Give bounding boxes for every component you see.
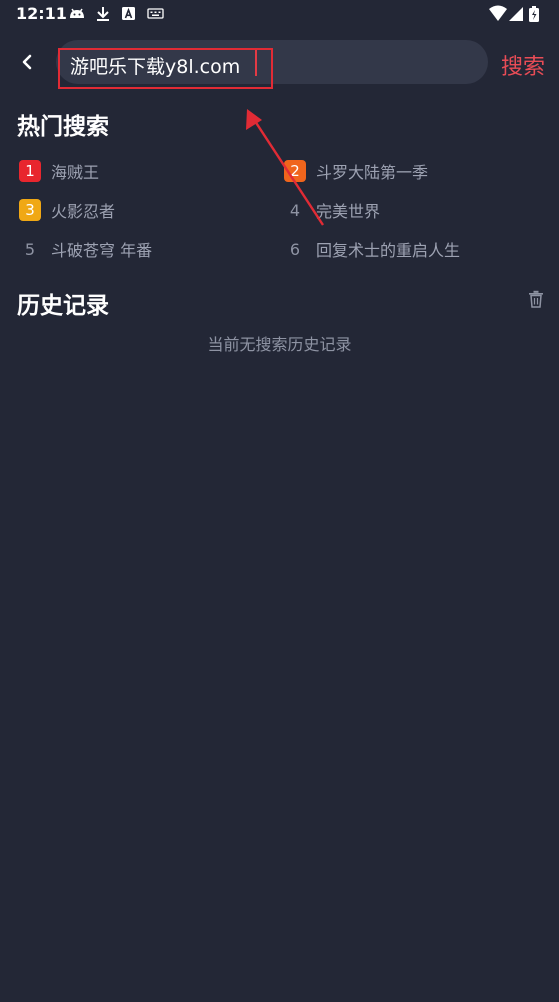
hot-item-label: 回复术士的重启人生: [316, 241, 461, 260]
trash-icon[interactable]: [528, 290, 544, 308]
rank-badge: 1: [19, 160, 41, 182]
back-button[interactable]: [14, 48, 42, 76]
hot-item-label: 火影忍者: [51, 202, 116, 221]
hot-item-label: 斗罗大陆第一季: [316, 163, 429, 182]
hot-item-label: 完美世界: [316, 202, 381, 221]
history-empty-text: 当前无搜索历史记录: [207, 335, 352, 354]
hot-item-3[interactable]: 3 火影忍者: [19, 198, 115, 222]
hot-item-4[interactable]: 4 完美世界: [284, 198, 380, 222]
annotation-arrow: [246, 109, 325, 226]
system-icons: [489, 5, 539, 22]
hot-search-title: 热门搜索: [17, 114, 109, 140]
search-button[interactable]: 搜索: [501, 49, 545, 81]
annotation-highlight-box: [58, 48, 273, 89]
notification-icons: [70, 7, 164, 21]
wifi-icon: [489, 5, 507, 21]
rank-number: 5: [24, 239, 36, 259]
android-icon: [70, 8, 84, 18]
chevron-left-icon: [22, 54, 32, 70]
rank-number: 6: [289, 239, 301, 259]
keyboard-icon: [147, 8, 164, 19]
hot-item-2[interactable]: 2 斗罗大陆第一季: [284, 159, 428, 183]
text-a-icon: [122, 7, 135, 20]
rank-badge: 3: [19, 199, 41, 221]
rank-number: 4: [289, 200, 301, 220]
hot-item-label: 海贼王: [51, 163, 100, 182]
history-title: 历史记录: [17, 293, 109, 319]
hot-item-label: 斗破苍穹 年番: [51, 241, 153, 260]
status-bar: 12:11: [0, 0, 559, 28]
hot-item-5[interactable]: 5 斗破苍穹 年番: [19, 237, 152, 261]
status-time: 12:11: [16, 4, 67, 23]
rank-badge: 2: [284, 160, 306, 182]
hot-item-6[interactable]: 6 回复术士的重启人生: [284, 237, 460, 261]
download-icon: [97, 7, 109, 21]
signal-icon: [509, 7, 523, 21]
battery-icon: [529, 6, 539, 22]
hot-item-1[interactable]: 1 海贼王: [19, 159, 99, 183]
